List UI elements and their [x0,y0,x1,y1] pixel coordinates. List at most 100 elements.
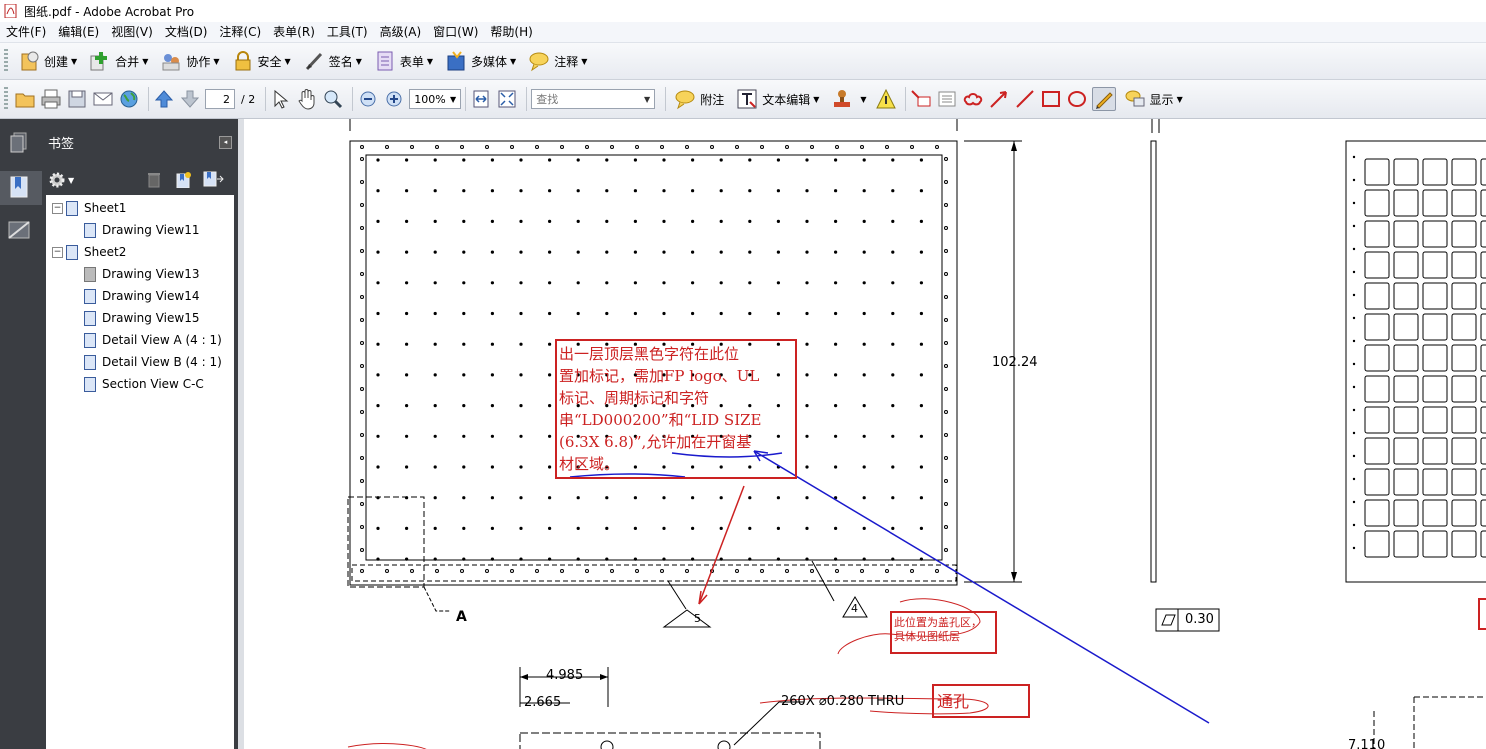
globe-icon[interactable] [118,88,140,110]
show-button[interactable]: 显示 ▼ [1120,85,1187,113]
callout-icon[interactable] [910,88,932,110]
bookmark-item[interactable]: Detail View A (4 : 1) [84,330,222,350]
bookmark-icon [84,332,96,348]
bookmarks-panel: 书签 ◂ ▼ − Sheet1 Drawing View11 − Sheet2 … [42,119,238,749]
zoom-in-icon[interactable] [383,88,405,110]
tasks-toolbar: 创建 ▼ 合并 ▼ 协作 ▼ 安全 ▼ 签名 ▼ 表单 ▼ 多媒体 ▼ 注释 ▼ [0,43,1486,80]
separator [148,87,149,111]
collapse-icon[interactable]: − [52,246,63,258]
zoom-out-icon[interactable] [357,88,379,110]
bookmark-item[interactable]: Drawing View11 [84,220,199,240]
bookmark-item[interactable]: − Sheet1 [52,198,126,218]
bookmark-item[interactable]: Drawing View14 [84,286,199,306]
text-edit-icon [736,88,758,110]
text-box-icon[interactable] [936,88,958,110]
acrobat-pdf-icon [4,3,18,19]
dim-4985: 4.985 [546,668,584,683]
bookmarks-icon[interactable] [0,171,42,205]
dim-7110: 7.110 [1348,738,1386,749]
stamp-button[interactable]: ▼ [827,85,870,113]
markup-hole-note-box[interactable]: 通孔 [932,684,1030,718]
comment-button[interactable]: 注释 ▼ [524,47,591,75]
bookmark-item[interactable]: Drawing View13 [84,264,199,284]
bookmark-icon [84,288,96,304]
sticky-note-button[interactable]: 附注 [670,85,728,113]
marquee-zoom-icon[interactable] [322,88,344,110]
bookmark-tree: − Sheet1 Drawing View11 − Sheet2 Drawing… [46,195,234,749]
bookmark-icon [84,310,96,326]
delete-bookmark-icon[interactable] [146,170,162,191]
combine-icon [89,50,111,72]
options-button[interactable]: ▼ [48,171,74,189]
rectangle-tool-icon[interactable] [1040,88,1062,110]
bookmark-item[interactable]: − Sheet2 [52,242,126,262]
page-number-field[interactable]: 2 [205,89,235,109]
expand-bookmark-icon[interactable] [202,170,224,191]
menu-edit[interactable]: 编辑(E) [52,22,105,42]
bookmark-item[interactable]: Section View C-C [84,374,204,394]
document-view[interactable]: 102.24 5 4 A 0.30 4.985 2.665 260X ⌀0.28… [244,119,1486,749]
collapse-icon[interactable]: − [52,202,63,214]
previous-page-icon[interactable] [153,88,175,110]
combine-button[interactable]: 合并 ▼ [85,47,152,75]
collapse-panel-icon[interactable]: ◂ [219,135,232,149]
email-icon[interactable] [92,88,114,110]
chevron-down-icon: ▼ [644,94,651,104]
main-toolbar: 2 / 2 100% ▼ 查找 ▼ 附注 文本编辑 ▼ ▼ 显示 ▼ [0,80,1486,119]
drawing-canvas [347,119,1486,749]
line-tool-icon[interactable] [1014,88,1036,110]
menu-tools[interactable]: 工具(T) [321,22,374,42]
zoom-level-select[interactable]: 100% ▼ [409,89,462,109]
signatures-icon[interactable] [6,217,34,245]
comment-bubble-icon [528,50,550,72]
menu-window[interactable]: 窗口(W) [427,22,484,42]
fit-width-icon[interactable] [470,88,492,110]
select-tool-icon[interactable] [270,88,292,110]
print-icon[interactable] [40,88,62,110]
toolbar-grip[interactable] [4,49,8,73]
pad-grid [1352,155,1486,558]
menu-view[interactable]: 视图(V) [105,22,159,42]
multimedia-button[interactable]: 多媒体 ▼ [441,47,520,75]
markup-note-box[interactable]: 出一层顶层黑色字符在此位 置加标记，需加FP logo、UL 标记、周期标记和字… [555,339,797,479]
menu-file[interactable]: 文件(F) [0,22,52,42]
sign-button[interactable]: 签名 ▼ [299,47,366,75]
pages-icon[interactable] [6,129,34,157]
fit-page-icon[interactable] [496,88,518,110]
open-folder-icon[interactable] [14,88,36,110]
arrow-tool-icon[interactable] [988,88,1010,110]
bookmark-item[interactable]: Detail View B (4 : 1) [84,352,222,372]
create-icon [18,50,40,72]
menu-help[interactable]: 帮助(H) [484,22,538,42]
menu-document[interactable]: 文档(D) [159,22,214,42]
secure-button[interactable]: 安全 ▼ [228,47,295,75]
collaborate-button[interactable]: 协作 ▼ [156,47,223,75]
save-icon[interactable] [66,88,88,110]
hand-tool-icon[interactable] [296,88,318,110]
oval-tool-icon[interactable] [1066,88,1088,110]
bookmark-item[interactable]: Drawing View15 [84,308,199,328]
markup-small-note-box[interactable]: 此位置为盖孔区， 具体见图纸层 [890,611,997,654]
create-button[interactable]: 创建 ▼ [14,47,81,75]
title-bar: 图纸.pdf - Adobe Acrobat Pro [0,0,1486,22]
find-field[interactable]: 查找 ▼ [531,89,656,109]
flatness-value: 0.30 [1185,612,1214,627]
balloon-5-label: 5 [694,612,701,625]
highlight-text-icon[interactable] [875,88,897,110]
new-bookmark-icon[interactable] [174,170,192,191]
cloud-icon[interactable] [962,88,984,110]
pencil-tool-icon[interactable] [1091,87,1116,111]
menu-forms[interactable]: 表单(R) [267,22,321,42]
bookmark-icon [84,376,96,392]
navigation-rail [0,119,42,749]
next-page-icon[interactable] [179,88,201,110]
menu-comments[interactable]: 注释(C) [213,22,267,42]
forms-button[interactable]: 表单 ▼ [370,47,437,75]
markup-note-text: 出一层顶层黑色字符在此位 置加标记，需加FP logo、UL 标记、周期标记和字… [559,345,762,473]
text-edit-button[interactable]: 文本编辑 ▼ [732,85,823,113]
balloon-4-label: 4 [851,602,858,615]
toolbar-grip[interactable] [4,87,8,111]
separator [465,87,467,111]
bookmark-icon [66,244,78,260]
menu-advanced[interactable]: 高级(A) [374,22,428,42]
